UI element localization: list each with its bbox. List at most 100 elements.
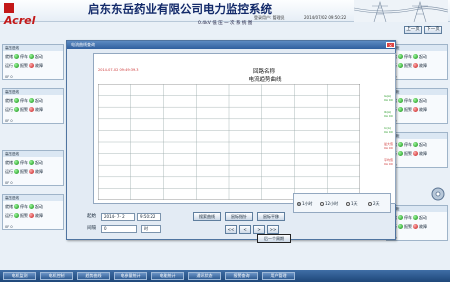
nav-button[interactable]: 电机控制	[40, 272, 73, 280]
readout-item: Ia(A) 0A 00	[384, 94, 424, 102]
panel-title: 高压进线	[3, 195, 63, 201]
diagram-subtitle: 0.4kV 低 压 一 次 系 统 图	[198, 21, 253, 26]
panel-title: 高压进线	[3, 89, 63, 95]
radio-indicator-icon	[346, 202, 350, 206]
mouse-pan-button[interactable]: 鼠标平移	[257, 212, 285, 221]
header-bar: Acrel 启东东岳药业有限公司电力监控系统 登录用户: 管理员 2014/07…	[0, 0, 450, 27]
readout-item: Ib(A) 0A 00	[384, 110, 424, 118]
radio-1d[interactable]: 1天	[346, 200, 358, 207]
page-title: 启东东岳药业有限公司电力监控系统	[88, 2, 272, 16]
status-row: 运行报警故障	[389, 62, 447, 69]
status-light-icon	[398, 54, 403, 59]
dialog-title: 电流曲线查询	[67, 41, 395, 49]
device-panel[interactable]: 高压进线 就绪 停车 起动 运行 报警 故障 0F 0	[2, 150, 64, 186]
status-row: 运行报警故障	[389, 223, 447, 230]
readout-value: 0A 00	[384, 98, 393, 102]
status-row: 就绪停车起动	[5, 204, 43, 209]
radio-indicator-icon	[320, 202, 324, 206]
status-row: 运行报警故障	[5, 169, 43, 174]
start-date-field[interactable]: 2014- 7- 2	[101, 213, 135, 221]
readout-value: 0A 00	[384, 162, 393, 166]
nav-button[interactable]: 通讯状态	[188, 272, 221, 280]
radio-indicator-icon	[297, 202, 301, 206]
status-row: 运行报警故障	[5, 107, 43, 112]
radio-1h[interactable]: 1小时	[297, 200, 313, 207]
device-panel[interactable]: 高压进线 就绪 停车 起动 运行 报警 故障 0F 0	[2, 44, 64, 80]
readout-value: 0A 00	[384, 114, 393, 118]
readout-value: 0A 00	[384, 130, 393, 134]
nav-button[interactable]: 电参量统计	[114, 272, 147, 280]
status-row: 运行报警故障	[5, 213, 43, 218]
query-curve-button[interactable]: 搜索曲线	[193, 212, 221, 221]
radio-12h[interactable]: 12小时	[320, 200, 338, 207]
last-page-button[interactable]: >>	[267, 225, 279, 234]
status-light-icon	[29, 204, 34, 209]
status-light-icon	[14, 204, 19, 209]
first-page-button[interactable]: <<	[225, 225, 237, 234]
radio-2d[interactable]: 2天	[368, 200, 380, 207]
status-light-icon	[29, 213, 34, 218]
chart-plot[interactable]	[98, 84, 360, 200]
status-light-icon	[398, 63, 403, 68]
status-light-icon	[14, 54, 19, 59]
panel-title: 出线柜	[387, 206, 447, 212]
status-light-icon	[29, 169, 34, 174]
radio-indicator-icon	[368, 202, 372, 206]
status-light-icon	[14, 160, 19, 165]
status-row: 就绪停车起动	[389, 214, 447, 221]
mouse-pointer-button[interactable]: 鼠标指针	[225, 212, 253, 221]
status-light-icon	[29, 107, 34, 112]
panel-footer: 0F 0	[5, 119, 13, 123]
device-panel[interactable]: 高压进线 就绪 停车 起动 运行 报警 故障 0F 0	[2, 88, 64, 124]
interval-label: 间隔	[87, 226, 96, 231]
chart-title: 回路名称	[252, 69, 275, 75]
next-cycle-small-button[interactable]: >	[253, 225, 265, 234]
status-light-icon	[398, 215, 403, 220]
close-icon[interactable]: ×	[386, 42, 395, 48]
nav-button[interactable]: 电机监测	[3, 272, 36, 280]
bottom-nav: 电机监测 电机控制 趋势曲线 电参量统计 电能统计 通讯状态 报警查询 用户管理	[0, 270, 450, 282]
logo-mark-icon	[4, 3, 14, 13]
status-row: 就绪停车起动	[5, 160, 43, 165]
panel-title: 出线柜	[387, 45, 447, 51]
prev-page-button[interactable]: 上一页	[404, 26, 422, 34]
readout-item: 平均值 0A 00	[384, 158, 424, 166]
status-row: 就绪停车起动	[389, 53, 447, 60]
interval-field[interactable]: 0	[101, 225, 137, 233]
nav-button[interactable]: 电能统计	[151, 272, 184, 280]
panel-footer: 0F 0	[5, 225, 13, 229]
value-readouts: Ia(A) 0A 00 Ib(A) 0A 00 Ic(A) 0A 00 最大值 0A 00 平均…	[384, 94, 424, 204]
status-light-icon	[413, 224, 418, 229]
status-light-icon	[413, 215, 418, 220]
status-light-icon	[29, 98, 34, 103]
status-light-icon	[413, 63, 418, 68]
readout-value: 0A 00	[384, 146, 393, 150]
status-row: 运行报警故障	[5, 63, 43, 68]
device-panel[interactable]: 高压进线 就绪 停车 起动 运行 报警 故障 0F 0	[2, 194, 64, 230]
chart-area: 2014-07-02 09:49:39.3 回路名称 电流趋势曲线 Ia(A) 0…	[93, 53, 396, 204]
readout-item: 最大值 0A 00	[384, 142, 424, 150]
start-time-field[interactable]: 9:50:22	[137, 213, 161, 221]
power-tower-icon	[354, 0, 448, 22]
nav-button[interactable]: 趋势曲线	[77, 272, 110, 280]
start-label: 起始	[87, 214, 96, 219]
nav-button[interactable]: 用户管理	[262, 272, 295, 280]
settings-wheel-icon[interactable]	[430, 186, 446, 202]
panel-footer: 0F 0	[5, 75, 13, 79]
system-clock: 2014/07/02 09:50:22	[304, 15, 347, 20]
panel-title: 高压进线	[3, 45, 63, 51]
status-light-icon	[29, 63, 34, 68]
current-curve-dialog: 电流曲线查询 × 2014-07-02 09:49:39.3 回路名称 电流趋势…	[66, 40, 396, 243]
next-cycle-button[interactable]: 后一个周期	[257, 234, 291, 243]
chart-timestamp: 2014-07-02 09:49:39.3	[98, 68, 139, 72]
prev-cycle-button[interactable]: <	[239, 225, 251, 234]
status-light-icon	[14, 98, 19, 103]
status-light-icon	[14, 169, 19, 174]
panel-title: 高压进线	[3, 151, 63, 157]
status-light-icon	[413, 54, 418, 59]
status-light-icon	[14, 107, 19, 112]
next-page-button[interactable]: 下一页	[424, 26, 442, 34]
status-light-icon	[14, 213, 19, 218]
interval-unit-select[interactable]: 时	[141, 225, 161, 233]
nav-button[interactable]: 报警查询	[225, 272, 258, 280]
